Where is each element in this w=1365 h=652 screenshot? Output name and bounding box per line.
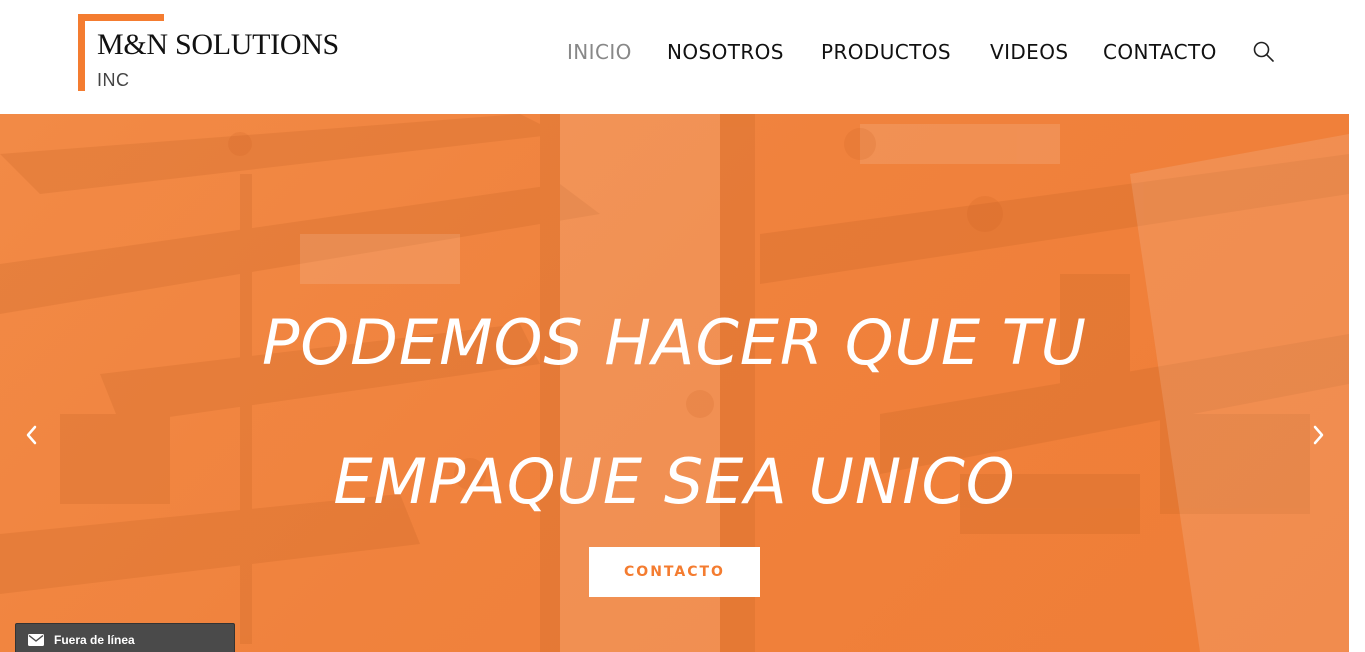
chat-status-label: Fuera de línea	[54, 633, 135, 647]
nav-item-inicio[interactable]: INICIO	[567, 40, 632, 64]
logo-bracket-top	[78, 14, 164, 21]
chevron-left-icon[interactable]	[20, 422, 44, 448]
chat-widget[interactable]: Fuera de línea	[15, 623, 235, 652]
nav-item-contacto[interactable]: CONTACTO	[1103, 40, 1217, 64]
envelope-icon	[28, 633, 44, 646]
chevron-right-icon[interactable]	[1306, 422, 1330, 448]
logo-suffix: INC	[97, 70, 130, 90]
page-scrollbar[interactable]	[1349, 114, 1365, 652]
nav-item-nosotros[interactable]: NOSOTROS	[667, 40, 784, 64]
hero-headline-line-2: EMPAQUE SEA UNICO	[333, 445, 1016, 518]
main-nav: INICIO NOSOTROS PRODUCTOS VIDEOS CONTACT…	[0, 40, 1365, 68]
hero-slider: PODEMOS HACER QUE TU EMPAQUE SEA UNICO C…	[0, 114, 1349, 652]
nav-item-videos[interactable]: VIDEOS	[990, 40, 1068, 64]
contact-cta-button[interactable]: CONTACTO	[589, 547, 760, 597]
nav-item-productos[interactable]: PRODUCTOS	[821, 40, 951, 64]
search-icon[interactable]	[1252, 40, 1276, 64]
site-header: M&N SOLUTIONS INC INICIO NOSOTROS PRODUC…	[0, 0, 1365, 114]
hero-headline-line-1: PODEMOS HACER QUE TU	[261, 306, 1088, 379]
